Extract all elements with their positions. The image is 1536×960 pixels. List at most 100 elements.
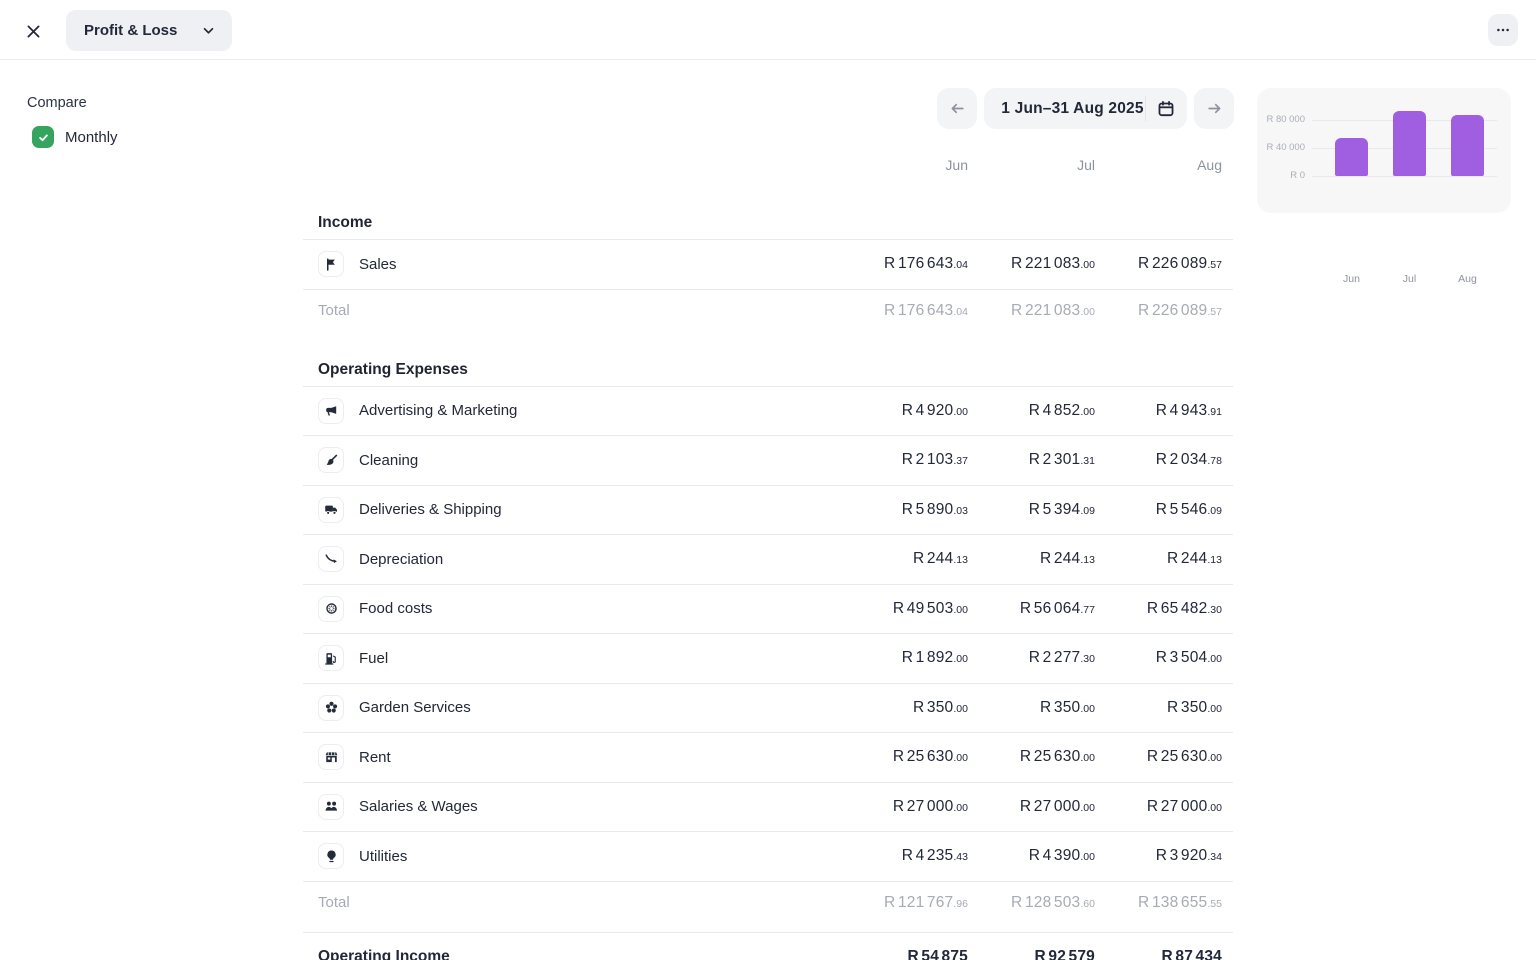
total-value: R 121 767.96 xyxy=(841,894,968,912)
account-value: R 2 103.37 xyxy=(841,451,968,469)
account-label: Sales xyxy=(359,256,841,273)
account-label: Food costs xyxy=(359,600,841,617)
account-row[interactable]: Deliveries & ShippingR 5 890.03R 5 394.0… xyxy=(303,486,1233,536)
more-options-button[interactable] xyxy=(1488,14,1518,46)
account-value: R 350.00 xyxy=(1095,699,1222,717)
account-value: R 27 000.00 xyxy=(1095,798,1222,816)
total-label: Total xyxy=(318,302,841,319)
megaphone-icon xyxy=(318,398,344,424)
section-heading: Income xyxy=(303,205,1233,240)
arrow-right-icon xyxy=(1206,100,1223,117)
date-range-label: 1 Jun–31 Aug 2025 xyxy=(1000,100,1145,118)
top-bar: Profit & Loss xyxy=(0,0,1536,60)
account-label: Utilities xyxy=(359,848,841,865)
account-value: R 1 892.00 xyxy=(841,649,968,667)
account-value: R 2 301.31 xyxy=(968,451,1095,469)
compare-option-label: Monthly xyxy=(65,129,118,146)
account-value: R 25 630.00 xyxy=(841,748,968,766)
truck-icon xyxy=(318,497,344,523)
column-header-aug: Aug xyxy=(1095,157,1222,173)
account-value: R 244.13 xyxy=(1095,550,1222,568)
account-label: Salaries & Wages xyxy=(359,798,841,815)
account-row[interactable]: DepreciationR 244.13R 244.13R 244.13 xyxy=(303,535,1233,585)
report-table: IncomeSalesR 176 643.04R 221 083.00R 226… xyxy=(303,205,1233,960)
account-row[interactable]: Advertising & MarketingR 4 920.00R 4 852… xyxy=(303,387,1233,437)
account-value: R 244.13 xyxy=(841,550,968,568)
account-value: R 56 064.77 xyxy=(968,600,1095,618)
summary-value: R 92 579 xyxy=(968,948,1095,960)
account-row[interactable]: CleaningR 2 103.37R 2 301.31R 2 034.78 xyxy=(303,436,1233,486)
column-header-jul: Jul xyxy=(968,157,1095,173)
account-value: R 5 890.03 xyxy=(841,501,968,519)
account-label: Deliveries & Shipping xyxy=(359,501,841,518)
account-value: R 27 000.00 xyxy=(968,798,1095,816)
account-row[interactable]: SalesR 176 643.04R 221 083.00R 226 089.5… xyxy=(303,240,1233,290)
broom-icon xyxy=(318,447,344,473)
account-value: R 226 089.57 xyxy=(1095,255,1222,273)
account-label: Depreciation xyxy=(359,551,841,568)
report-type-label: Profit & Loss xyxy=(84,22,177,39)
date-range-picker[interactable]: 1 Jun–31 Aug 2025 xyxy=(984,88,1187,129)
chart-xtick-label: Jul xyxy=(1390,273,1430,285)
chart-xtick-label: Jun xyxy=(1332,273,1372,285)
account-value: R 25 630.00 xyxy=(968,748,1095,766)
account-value: R 3 504.00 xyxy=(1095,649,1222,667)
account-value: R 27 000.00 xyxy=(841,798,968,816)
chart-gridline xyxy=(1312,176,1497,177)
account-value: R 4 390.00 xyxy=(968,847,1095,865)
account-label: Advertising & Marketing xyxy=(359,402,841,419)
close-button[interactable] xyxy=(20,18,46,44)
chart-ytick-label: R 0 xyxy=(1257,170,1305,181)
account-value: R 4 943.91 xyxy=(1095,402,1222,420)
flag-icon xyxy=(318,251,344,277)
account-value: R 2 034.78 xyxy=(1095,451,1222,469)
trending-down-icon xyxy=(318,546,344,572)
chart-ytick-label: R 80 000 xyxy=(1257,114,1305,125)
storefront-icon xyxy=(318,744,344,770)
total-label: Total xyxy=(318,894,841,911)
lightbulb-icon xyxy=(318,843,344,869)
next-period-button[interactable] xyxy=(1194,88,1234,129)
arrow-left-icon xyxy=(949,100,966,117)
account-value: R 4 852.00 xyxy=(968,402,1095,420)
account-value: R 25 630.00 xyxy=(1095,748,1222,766)
chart-bar-aug xyxy=(1451,115,1484,176)
chart-bar-jun xyxy=(1335,138,1368,176)
section-total-row: TotalR 176 643.04R 221 083.00R 226 089.5… xyxy=(303,290,1233,332)
account-row[interactable]: UtilitiesR 4 235.43R 4 390.00R 3 920.34 xyxy=(303,832,1233,882)
summary-value: R 54 875 xyxy=(841,948,968,960)
account-row[interactable]: Salaries & WagesR 27 000.00R 27 000.00R … xyxy=(303,783,1233,833)
account-label: Rent xyxy=(359,749,841,766)
close-icon xyxy=(25,23,42,40)
report-type-selector[interactable]: Profit & Loss xyxy=(66,10,232,51)
account-row[interactable]: RentR 25 630.00R 25 630.00R 25 630.00 xyxy=(303,733,1233,783)
chart-ytick-label: R 40 000 xyxy=(1257,142,1305,153)
people-icon xyxy=(318,794,344,820)
account-value: R 5 546.09 xyxy=(1095,501,1222,519)
profit-and-loss-screen: Profit & Loss Compare Monthly 1 Jun–31 A… xyxy=(0,0,1536,960)
previous-period-button[interactable] xyxy=(937,88,977,129)
total-value: R 226 089.57 xyxy=(1095,302,1222,320)
compare-monthly-toggle[interactable]: Monthly xyxy=(32,126,118,148)
fuel-icon xyxy=(318,645,344,671)
summary-value: R 87 434 xyxy=(1095,948,1222,960)
account-row[interactable]: Food costsR 49 503.00R 56 064.77R 65 482… xyxy=(303,585,1233,635)
account-value: R 49 503.00 xyxy=(841,600,968,618)
account-row[interactable]: Garden ServicesR 350.00R 350.00R 350.00 xyxy=(303,684,1233,734)
account-value: R 3 920.34 xyxy=(1095,847,1222,865)
operating-income-row: Operating IncomeR 54 875R 92 579R 87 434 xyxy=(303,932,1233,960)
account-value: R 65 482.30 xyxy=(1095,600,1222,618)
account-value: R 4 920.00 xyxy=(841,402,968,420)
ellipsis-icon xyxy=(1495,22,1511,38)
chevron-down-icon xyxy=(201,23,216,38)
account-label: Cleaning xyxy=(359,452,841,469)
section-total-row: TotalR 121 767.96R 128 503.60R 138 655.5… xyxy=(303,882,1233,924)
total-value: R 138 655.55 xyxy=(1095,894,1222,912)
account-row[interactable]: FuelR 1 892.00R 2 277.30R 3 504.00 xyxy=(303,634,1233,684)
account-label: Fuel xyxy=(359,650,841,667)
food-icon xyxy=(318,596,344,622)
chart-bar-jul xyxy=(1393,111,1426,176)
total-value: R 176 643.04 xyxy=(841,302,968,320)
summary-label: Operating Income xyxy=(318,948,841,960)
total-value: R 128 503.60 xyxy=(968,894,1095,912)
